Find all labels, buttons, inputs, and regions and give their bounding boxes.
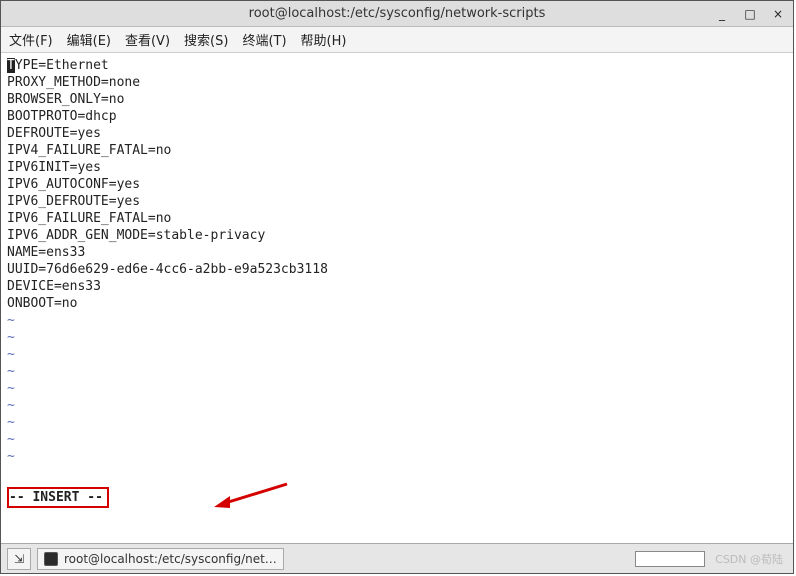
empty-line-tilde: ~ (7, 346, 787, 363)
empty-line-tilde: ~ (7, 380, 787, 397)
empty-line-tilde: ~ (7, 397, 787, 414)
taskbar-app-label: root@localhost:/etc/sysconfig/net… (64, 552, 277, 566)
status-line: -- INSERT -- (7, 465, 787, 529)
menu-bar: 文件(F) 编辑(E) 查看(V) 搜索(S) 终端(T) 帮助(H) (1, 27, 793, 53)
empty-line-tilde: ~ (7, 312, 787, 329)
file-line: IPV6_ADDR_GEN_MODE=stable-privacy (7, 227, 787, 244)
show-desktop-icon: ⇲ (14, 552, 24, 566)
file-line: IPV4_FAILURE_FATAL=no (7, 142, 787, 159)
menu-help[interactable]: 帮助(H) (301, 30, 347, 49)
file-line: IPV6_DEFROUTE=yes (7, 193, 787, 210)
menu-view[interactable]: 查看(V) (125, 30, 170, 49)
empty-line-tilde: ~ (7, 431, 787, 448)
empty-line-tilde: ~ (7, 414, 787, 431)
vim-mode-indicator: -- INSERT -- (7, 487, 109, 508)
file-line-text: YPE=Ethernet (15, 58, 109, 73)
empty-line-tilde: ~ (7, 363, 787, 380)
menu-file[interactable]: 文件(F) (9, 30, 53, 49)
file-line: IPV6INIT=yes (7, 159, 787, 176)
show-desktop-button[interactable]: ⇲ (7, 548, 31, 570)
terminal-area[interactable]: TYPE=Ethernet PROXY_METHOD=none BROWSER_… (1, 53, 793, 543)
file-line: TYPE=Ethernet (7, 57, 787, 74)
file-line: BOOTPROTO=dhcp (7, 108, 787, 125)
menu-edit[interactable]: 编辑(E) (67, 30, 111, 49)
taskbar-tray-box[interactable] (635, 551, 705, 567)
file-line: BROWSER_ONLY=no (7, 91, 787, 108)
empty-line-tilde: ~ (7, 329, 787, 346)
terminal-icon (44, 552, 58, 566)
file-line: DEVICE=ens33 (7, 278, 787, 295)
file-line: DEFROUTE=yes (7, 125, 787, 142)
file-line: PROXY_METHOD=none (7, 74, 787, 91)
annotation-arrow-icon (149, 465, 292, 529)
file-line: NAME=ens33 (7, 244, 787, 261)
menu-search[interactable]: 搜索(S) (184, 30, 228, 49)
text-cursor: T (7, 58, 15, 73)
watermark-text: CSDN @荀陆 (711, 551, 787, 567)
window-title: root@localhost:/etc/sysconfig/network-sc… (1, 6, 793, 21)
file-line: UUID=76d6e629-ed6e-4cc6-a2bb-e9a523cb311… (7, 261, 787, 278)
file-line: IPV6_FAILURE_FATAL=no (7, 210, 787, 227)
title-bar[interactable]: root@localhost:/etc/sysconfig/network-sc… (1, 1, 793, 27)
taskbar-app-button[interactable]: root@localhost:/etc/sysconfig/net… (37, 548, 284, 570)
file-line: ONBOOT=no (7, 295, 787, 312)
menu-terminal[interactable]: 终端(T) (242, 30, 286, 49)
empty-line-tilde: ~ (7, 448, 787, 465)
app-window: root@localhost:/etc/sysconfig/network-sc… (0, 0, 794, 574)
file-line: IPV6_AUTOCONF=yes (7, 176, 787, 193)
taskbar: ⇲ root@localhost:/etc/sysconfig/net… CSD… (1, 543, 793, 573)
